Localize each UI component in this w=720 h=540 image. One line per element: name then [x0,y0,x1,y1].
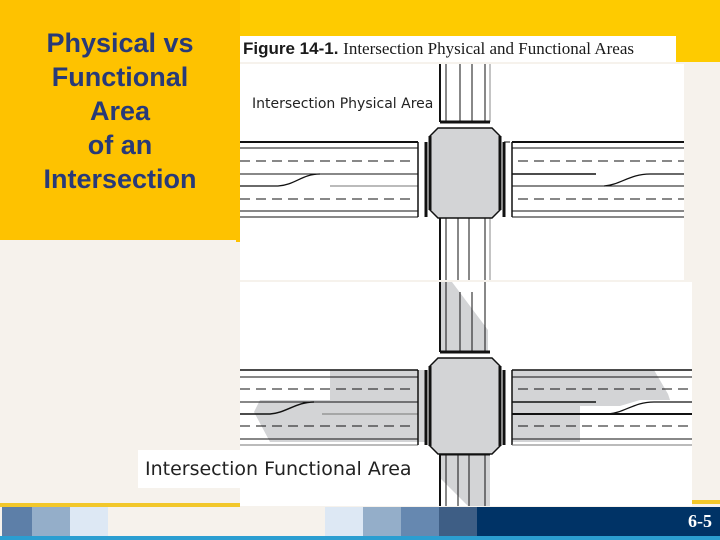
slide-title: Physical vs Functional Area of an Inters… [0,26,240,196]
slide-title-line: Functional [51,62,189,92]
footer-block [70,507,108,537]
figure-caption-text: Intersection Physical and Functional Are… [343,39,634,58]
footer-block [401,507,439,537]
slide-title-line: of an [87,130,153,160]
footer-accent-line [692,500,720,504]
footer-bottom-line [0,536,720,540]
west-approach [240,141,428,218]
slide-title-line: Physical vs [46,28,194,58]
slide-title-line: Intersection [43,164,197,194]
footer-block [2,507,32,537]
slide-title-line: Area [89,96,151,126]
functional-area-label: Intersection Functional Area [145,458,412,480]
physical-area-label: Intersection Physical Area [252,96,434,112]
figure-number: Figure 14-1. [243,39,339,58]
footer-block [363,507,401,537]
south-approach [439,212,491,280]
footer-navy-bar [477,507,720,537]
footer-block [32,507,70,537]
page-number: 6-5 [688,511,712,531]
footer-block [325,507,363,537]
east-approach [502,141,684,218]
intersection-core [429,127,501,219]
footer-block [439,507,477,537]
north-approach [439,64,491,124]
figure-caption: Figure 14-1. Intersection Physical and F… [240,36,676,62]
